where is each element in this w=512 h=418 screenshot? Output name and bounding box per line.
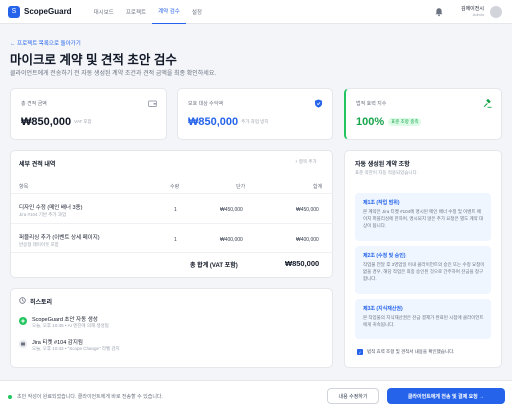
- page-title: 마이크로 계약 및 견적 초안 검수: [10, 53, 177, 67]
- user-info: 김에이전시 Admin: [456, 5, 484, 17]
- agree-label: 법적 효력 조항 및 견적서 내용을 확인했습니다.: [367, 349, 455, 354]
- back-to-projects-link[interactable]: ← 프로젝트 목록으로 돌아가기: [10, 39, 81, 47]
- action-footer: 초안 작성이 완료되었습니다. 클라이언트에게 바로 전송할 수 있습니다. 내…: [0, 380, 512, 418]
- send-and-request-payment-button[interactable]: 클라이언트에게 전송 및 결제 요청 →: [387, 388, 505, 404]
- stat-suffix: VAT 포함: [74, 119, 92, 124]
- clause-title: 제1조 (작업 범위): [363, 200, 400, 206]
- history-item-title: Jira 티켓 #104 감지됨: [32, 340, 83, 346]
- nav-item-contract-review[interactable]: 계약 검수: [152, 0, 186, 24]
- grand-total-value: ₩850,000: [285, 259, 320, 268]
- page-description: 클라이언트에게 전송하기 전 자동 생성된 계약 조건과 견적 금액을 최종 확…: [10, 71, 217, 77]
- nav-item-projects[interactable]: 프로젝트: [120, 0, 152, 24]
- add-item-button[interactable]: + 항목 추가: [295, 159, 317, 165]
- nav-item-dashboard[interactable]: 대시보드: [88, 0, 120, 24]
- row-unit-price: ₩450,000: [220, 207, 243, 213]
- clauses-intro: 표준 약관이 자동 적용되었습니다.: [355, 170, 418, 175]
- stat-value: ₩850,000 VAT 포함: [21, 116, 92, 128]
- stat-card-protected-revenue: 보호 대상 수익액 ₩850,000 추가 과업 방지: [177, 88, 333, 140]
- clause-card: 제2조 (수정 및 승인) 작업물 전달 후 3영업일 이내 클라이언트의 승인…: [355, 246, 491, 294]
- bell-icon[interactable]: [434, 7, 444, 17]
- column-header-item: 항목: [19, 184, 29, 190]
- row-qty: 1: [174, 237, 177, 243]
- clause-body: 작업물 전달 후 3영업일 이내 클라이언트의 승인 또는 수정 요청이 없을 …: [363, 262, 485, 281]
- row-subtitle: Jira #104 기반 추가 과업: [19, 212, 67, 217]
- nav-item-settings[interactable]: 설정: [186, 0, 208, 24]
- history-item-meta: 오늘, 오후 10:42 • "Scope Change" 라벨 감지: [32, 346, 120, 351]
- row-total: ₩450,000: [296, 207, 319, 213]
- column-header-unit-price: 단가: [236, 184, 246, 190]
- row-total: ₩400,000: [296, 237, 319, 243]
- column-header-qty: 수량: [170, 184, 180, 190]
- user-role: Admin: [472, 12, 484, 17]
- wallet-icon: [148, 100, 157, 107]
- stat-label: 보호 대상 수익액: [188, 101, 223, 107]
- clause-body: 본 작업물의 지식재산권은 잔금 결제가 완료된 시점에 클라이언트에게 귀속됩…: [363, 315, 484, 327]
- clause-card: 제3조 (지식재산권) 본 작업물의 지식재산권은 잔금 결제가 완료된 시점에…: [355, 299, 491, 339]
- clause-title: 제2조 (수정 및 승인): [363, 253, 406, 259]
- history-item-meta: 오늘, 오후 10:45 • AI 엔진에 의해 생성됨: [32, 323, 109, 328]
- app-name: ScopeGuard: [24, 7, 72, 16]
- sparkle-icon: [19, 317, 27, 325]
- footer-status-text: 초안 작성이 완료되었습니다. 클라이언트에게 바로 전송할 수 있습니다.: [17, 394, 163, 400]
- ticket-icon: [19, 340, 27, 348]
- agree-checkbox[interactable]: ✓: [357, 349, 363, 355]
- clock-icon: [19, 297, 26, 304]
- stat-label: 법적 효력 지수: [356, 101, 387, 107]
- app-logo[interactable]: S ScopeGuard: [8, 5, 72, 18]
- clause-body: 본 계약은 Jira 티켓 #104에 명시된 메인 배너 수정 및 이벤트 페…: [363, 209, 484, 228]
- history-title: 히스토리: [30, 300, 53, 306]
- clause-title: 제3조 (지식재산권): [363, 306, 403, 312]
- main-nav: 대시보드 프로젝트 계약 검수 설정: [88, 0, 208, 24]
- shield-icon: [315, 99, 322, 108]
- stat-suffix: 추가 과업 방지: [241, 119, 269, 124]
- table-divider: [11, 223, 333, 224]
- stat-value-number: ₩850,000: [188, 116, 239, 128]
- stat-value: 100% 표준 조항 충족: [356, 116, 422, 128]
- breakdown-title: 세부 견적 내역: [19, 162, 56, 168]
- stat-value-number: ₩850,000: [21, 116, 72, 128]
- avatar[interactable]: [490, 6, 502, 18]
- footer-status: 초안 작성이 완료되었습니다. 클라이언트에게 바로 전송할 수 있습니다.: [8, 393, 163, 400]
- table-divider: [11, 193, 333, 194]
- stat-card-total: 총 견적 금액 ₩850,000 VAT 포함: [10, 88, 167, 140]
- user-name: 김에이전시: [460, 6, 484, 12]
- gavel-icon: [483, 99, 492, 108]
- status-dot-icon: [8, 394, 12, 399]
- history-item-title: ScopeGuard 초안 자동 생성: [32, 317, 98, 323]
- clauses-title: 자동 생성된 계약 조항: [355, 162, 410, 168]
- grand-total-label: 총 합계 (VAT 포함): [190, 263, 238, 269]
- row-title: 디자인 수정 (메인 배너 3종): [19, 205, 83, 211]
- stat-card-legal-index: 법적 효력 지수 100% 표준 조항 충족: [344, 88, 502, 140]
- row-title: 퍼블리싱 추가 (이벤트 상세 페이지): [19, 235, 100, 241]
- stat-value: ₩850,000 추가 과업 방지: [188, 116, 269, 128]
- row-qty: 1: [174, 207, 177, 213]
- status-badge: 표준 조항 충족: [388, 118, 422, 126]
- agree-checkbox-row[interactable]: ✓ 법적 효력 조항 및 견적서 내용을 확인했습니다.: [357, 349, 454, 355]
- stat-value-number: 100%: [356, 116, 385, 128]
- clause-card: 제1조 (작업 범위) 본 계약은 Jira 티켓 #104에 명시된 메인 배…: [355, 193, 491, 241]
- logo-icon: S: [8, 5, 20, 18]
- row-unit-price: ₩400,000: [220, 237, 243, 243]
- edit-button[interactable]: 내용 수정하기: [327, 388, 379, 404]
- column-header-total: 합계: [313, 184, 323, 190]
- row-subtitle: 반응형 레이아웃 포함: [19, 242, 59, 247]
- table-divider: [11, 252, 333, 253]
- stat-label: 총 견적 금액: [21, 101, 47, 107]
